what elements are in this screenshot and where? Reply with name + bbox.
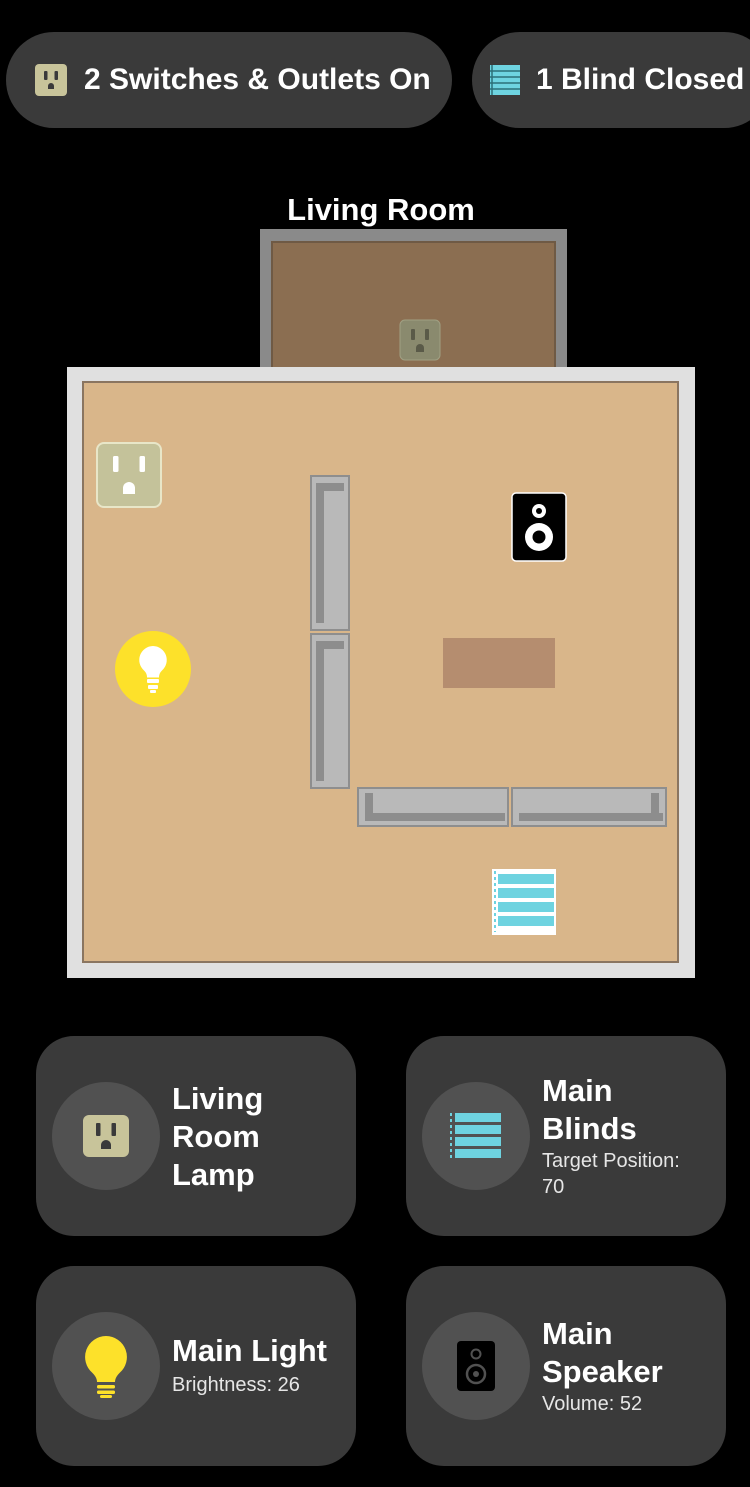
blinds-icon bbox=[490, 65, 520, 95]
outlet-icon bbox=[35, 64, 67, 96]
lamp-icon-circle bbox=[52, 1082, 160, 1190]
lightbulb-icon bbox=[85, 1336, 127, 1398]
speaker-volume-status: Volume: 52 bbox=[542, 1393, 643, 1415]
blinds-summary-button[interactable]: 1 Blind Closed bbox=[472, 32, 750, 128]
main-blinds-tile[interactable]: Main Blinds Target Position: 70 bbox=[406, 1036, 726, 1236]
lamp-name-line2: Room bbox=[172, 1119, 260, 1154]
upper-outlet-icon[interactable] bbox=[399, 319, 441, 361]
outlet-floorplan-icon[interactable] bbox=[96, 442, 162, 508]
lamp-name-line3: Lamp bbox=[172, 1157, 255, 1192]
sofa-section bbox=[310, 633, 350, 789]
blinds-name-line2: Blinds bbox=[542, 1111, 637, 1146]
upper-room-area bbox=[260, 229, 567, 379]
outlet-icon bbox=[83, 1115, 129, 1157]
main-light-tile[interactable]: Main Light Brightness: 26 bbox=[36, 1266, 356, 1466]
speaker-name-line2: Speaker bbox=[542, 1354, 663, 1389]
switches-outlets-summary-label: 2 Switches & Outlets On bbox=[84, 63, 431, 96]
sofa-section bbox=[357, 787, 509, 827]
sofa-section bbox=[310, 475, 350, 631]
blinds-name-line1: Main bbox=[542, 1073, 613, 1108]
speaker-icon-circle bbox=[422, 1312, 530, 1420]
lamp-name-line1: Living bbox=[172, 1081, 264, 1116]
lightbulb-floorplan-icon[interactable] bbox=[114, 630, 192, 708]
blinds-summary-label: 1 Blind Closed bbox=[536, 63, 745, 96]
coffee-table bbox=[443, 638, 555, 688]
room-title: Living Room bbox=[287, 192, 475, 227]
blinds-status-line2: 70 bbox=[542, 1176, 565, 1198]
blinds-status-line1: Target Position: bbox=[542, 1150, 680, 1172]
speaker-name-line1: Main bbox=[542, 1316, 613, 1351]
main-speaker-tile[interactable]: Main Speaker Volume: 52 bbox=[406, 1266, 726, 1466]
blinds-icon bbox=[450, 1113, 501, 1159]
switches-outlets-summary-button[interactable]: 2 Switches & Outlets On bbox=[6, 32, 452, 128]
light-brightness-status: Brightness: 26 bbox=[172, 1374, 300, 1396]
sofa-section bbox=[511, 787, 667, 827]
blinds-floorplan-icon[interactable] bbox=[491, 868, 557, 936]
blinds-icon-circle bbox=[422, 1082, 530, 1190]
living-room-lamp-tile[interactable]: Living Room Lamp bbox=[36, 1036, 356, 1236]
light-icon-circle bbox=[52, 1312, 160, 1420]
light-name: Main Light bbox=[172, 1333, 327, 1368]
floor-plan-main-room bbox=[67, 367, 695, 978]
speaker-icon bbox=[457, 1341, 495, 1391]
speaker-floorplan-icon[interactable] bbox=[511, 492, 567, 562]
